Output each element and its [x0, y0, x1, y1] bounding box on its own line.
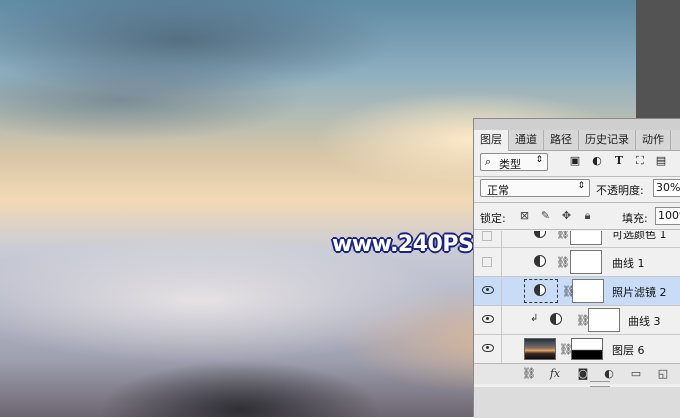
tab-paths[interactable]: 路径	[544, 130, 579, 150]
eye-icon	[482, 344, 494, 352]
adjustment-filter-icon[interactable]: ◐	[590, 154, 604, 168]
layer-name[interactable]: 照片滤镜 2	[612, 284, 667, 300]
shape-filter-icon[interactable]: ⛶	[633, 154, 647, 168]
visibility-off-icon	[482, 257, 492, 267]
new-group-icon[interactable]: ▭	[629, 367, 643, 381]
lower-panel-area	[474, 387, 680, 418]
panel-bottom-toolbar: ⛓ fx ◙ ◐ ▭ ◱	[474, 363, 680, 384]
filter-kind-label: 类型	[499, 158, 521, 171]
fill-label: 填充:	[622, 212, 648, 225]
layers-panel: 图层 通道 路径 历史记录 动作 ⌕ 类型 ⇕ ▣ ◐ T ⛶ ▤ 正常 ⇕ 不…	[473, 118, 680, 418]
layer-row-selected[interactable]: ⛓ 照片滤镜 2	[474, 277, 680, 306]
updown-arrow-icon: ⇕	[577, 181, 585, 191]
updown-arrow-icon: ⇕	[535, 155, 543, 165]
visibility-toggle[interactable]	[474, 277, 502, 305]
filter-row: ⌕ 类型 ⇕ ▣ ◐ T ⛶ ▤	[480, 153, 680, 173]
lock-all-icon[interactable]: 🔒︎	[581, 209, 594, 222]
visibility-off-icon	[482, 231, 492, 241]
new-layer-icon[interactable]: ◱	[656, 367, 670, 381]
visibility-toggle[interactable]	[474, 248, 502, 276]
divider	[474, 229, 680, 230]
smart-object-filter-icon[interactable]: ▤	[654, 154, 668, 168]
layer-list: ⛓ 可选颜色 1 ⛓ 曲线 1 ⛓ 照片滤镜 2 ↲ ⛓ 曲线 3 ⛓ 图层 6	[474, 231, 680, 363]
visibility-toggle[interactable]	[474, 231, 502, 247]
link-layers-icon[interactable]: ⛓	[522, 367, 536, 381]
layer-row[interactable]: ⛓ 曲线 1	[474, 248, 680, 277]
clipping-arrow-icon: ↲	[530, 313, 539, 324]
layer-mask-thumbnail[interactable]	[570, 231, 602, 245]
layer-name[interactable]: 可选颜色 1	[612, 231, 667, 242]
lock-transparent-pixels-icon[interactable]: ⊠	[518, 209, 531, 222]
layer-mask-thumbnail[interactable]	[588, 308, 620, 332]
adjustment-layer-icon	[550, 313, 562, 325]
adjustment-layer-icon	[534, 231, 546, 238]
fill-input[interactable]: 100%	[655, 207, 680, 225]
lock-image-pixels-icon[interactable]: ✎	[539, 209, 552, 222]
divider	[474, 176, 680, 177]
layer-mask-thumbnail[interactable]	[570, 250, 602, 274]
eye-icon	[482, 315, 494, 323]
layer-name[interactable]: 曲线 1	[612, 255, 645, 271]
new-adjustment-icon[interactable]: ◐	[602, 367, 616, 381]
layer-thumbnail[interactable]	[524, 338, 556, 360]
layer-row[interactable]: ⛓ 图层 6	[474, 335, 680, 363]
fx-icon[interactable]: fx	[548, 367, 562, 381]
tab-layers[interactable]: 图层	[474, 130, 509, 151]
blend-mode-select[interactable]: 正常 ⇕	[480, 179, 590, 197]
divider	[474, 202, 680, 203]
type-filter-icon[interactable]: T	[612, 154, 626, 168]
filter-kind-select[interactable]: ⌕ 类型 ⇕	[480, 153, 548, 171]
layer-row[interactable]: ↲ ⛓ 曲线 3	[474, 306, 680, 335]
layer-mask-thumbnail[interactable]	[571, 338, 603, 360]
layer-name[interactable]: 曲线 3	[628, 313, 661, 329]
eye-icon	[482, 286, 494, 294]
blend-mode-value: 正常	[487, 184, 509, 197]
layer-row[interactable]: ⛓ 可选颜色 1	[474, 231, 680, 248]
image-filter-icon[interactable]: ▣	[568, 154, 582, 168]
panel-tabs: 图层 通道 路径 历史记录 动作	[474, 130, 680, 151]
tab-actions[interactable]: 动作	[636, 130, 671, 150]
tab-history[interactable]: 历史记录	[579, 130, 636, 150]
visibility-toggle[interactable]	[474, 335, 502, 363]
blend-row: 正常 ⇕ 不透明度: 30%	[480, 179, 680, 199]
adjustment-layer-icon	[534, 255, 546, 267]
lock-position-icon[interactable]: ✥	[560, 209, 573, 222]
opacity-input[interactable]: 30%	[653, 179, 680, 197]
add-mask-icon[interactable]: ◙	[576, 367, 590, 381]
layer-mask-thumbnail[interactable]	[572, 279, 604, 303]
lock-label: 锁定:	[480, 212, 506, 225]
tab-channels[interactable]: 通道	[509, 130, 544, 150]
chain-link-icon[interactable]: ⛓	[556, 256, 570, 269]
opacity-label: 不透明度:	[596, 184, 644, 197]
magnifier-icon: ⌕	[485, 155, 492, 168]
chain-link-icon[interactable]: ⛓	[556, 231, 570, 240]
adjustment-layer-icon	[534, 284, 546, 296]
layer-name[interactable]: 图层 6	[612, 342, 645, 358]
lock-row: 锁定: ⊠ ✎ ✥ 🔒︎ 填充: 100%	[480, 207, 680, 227]
visibility-toggle[interactable]	[474, 306, 502, 334]
